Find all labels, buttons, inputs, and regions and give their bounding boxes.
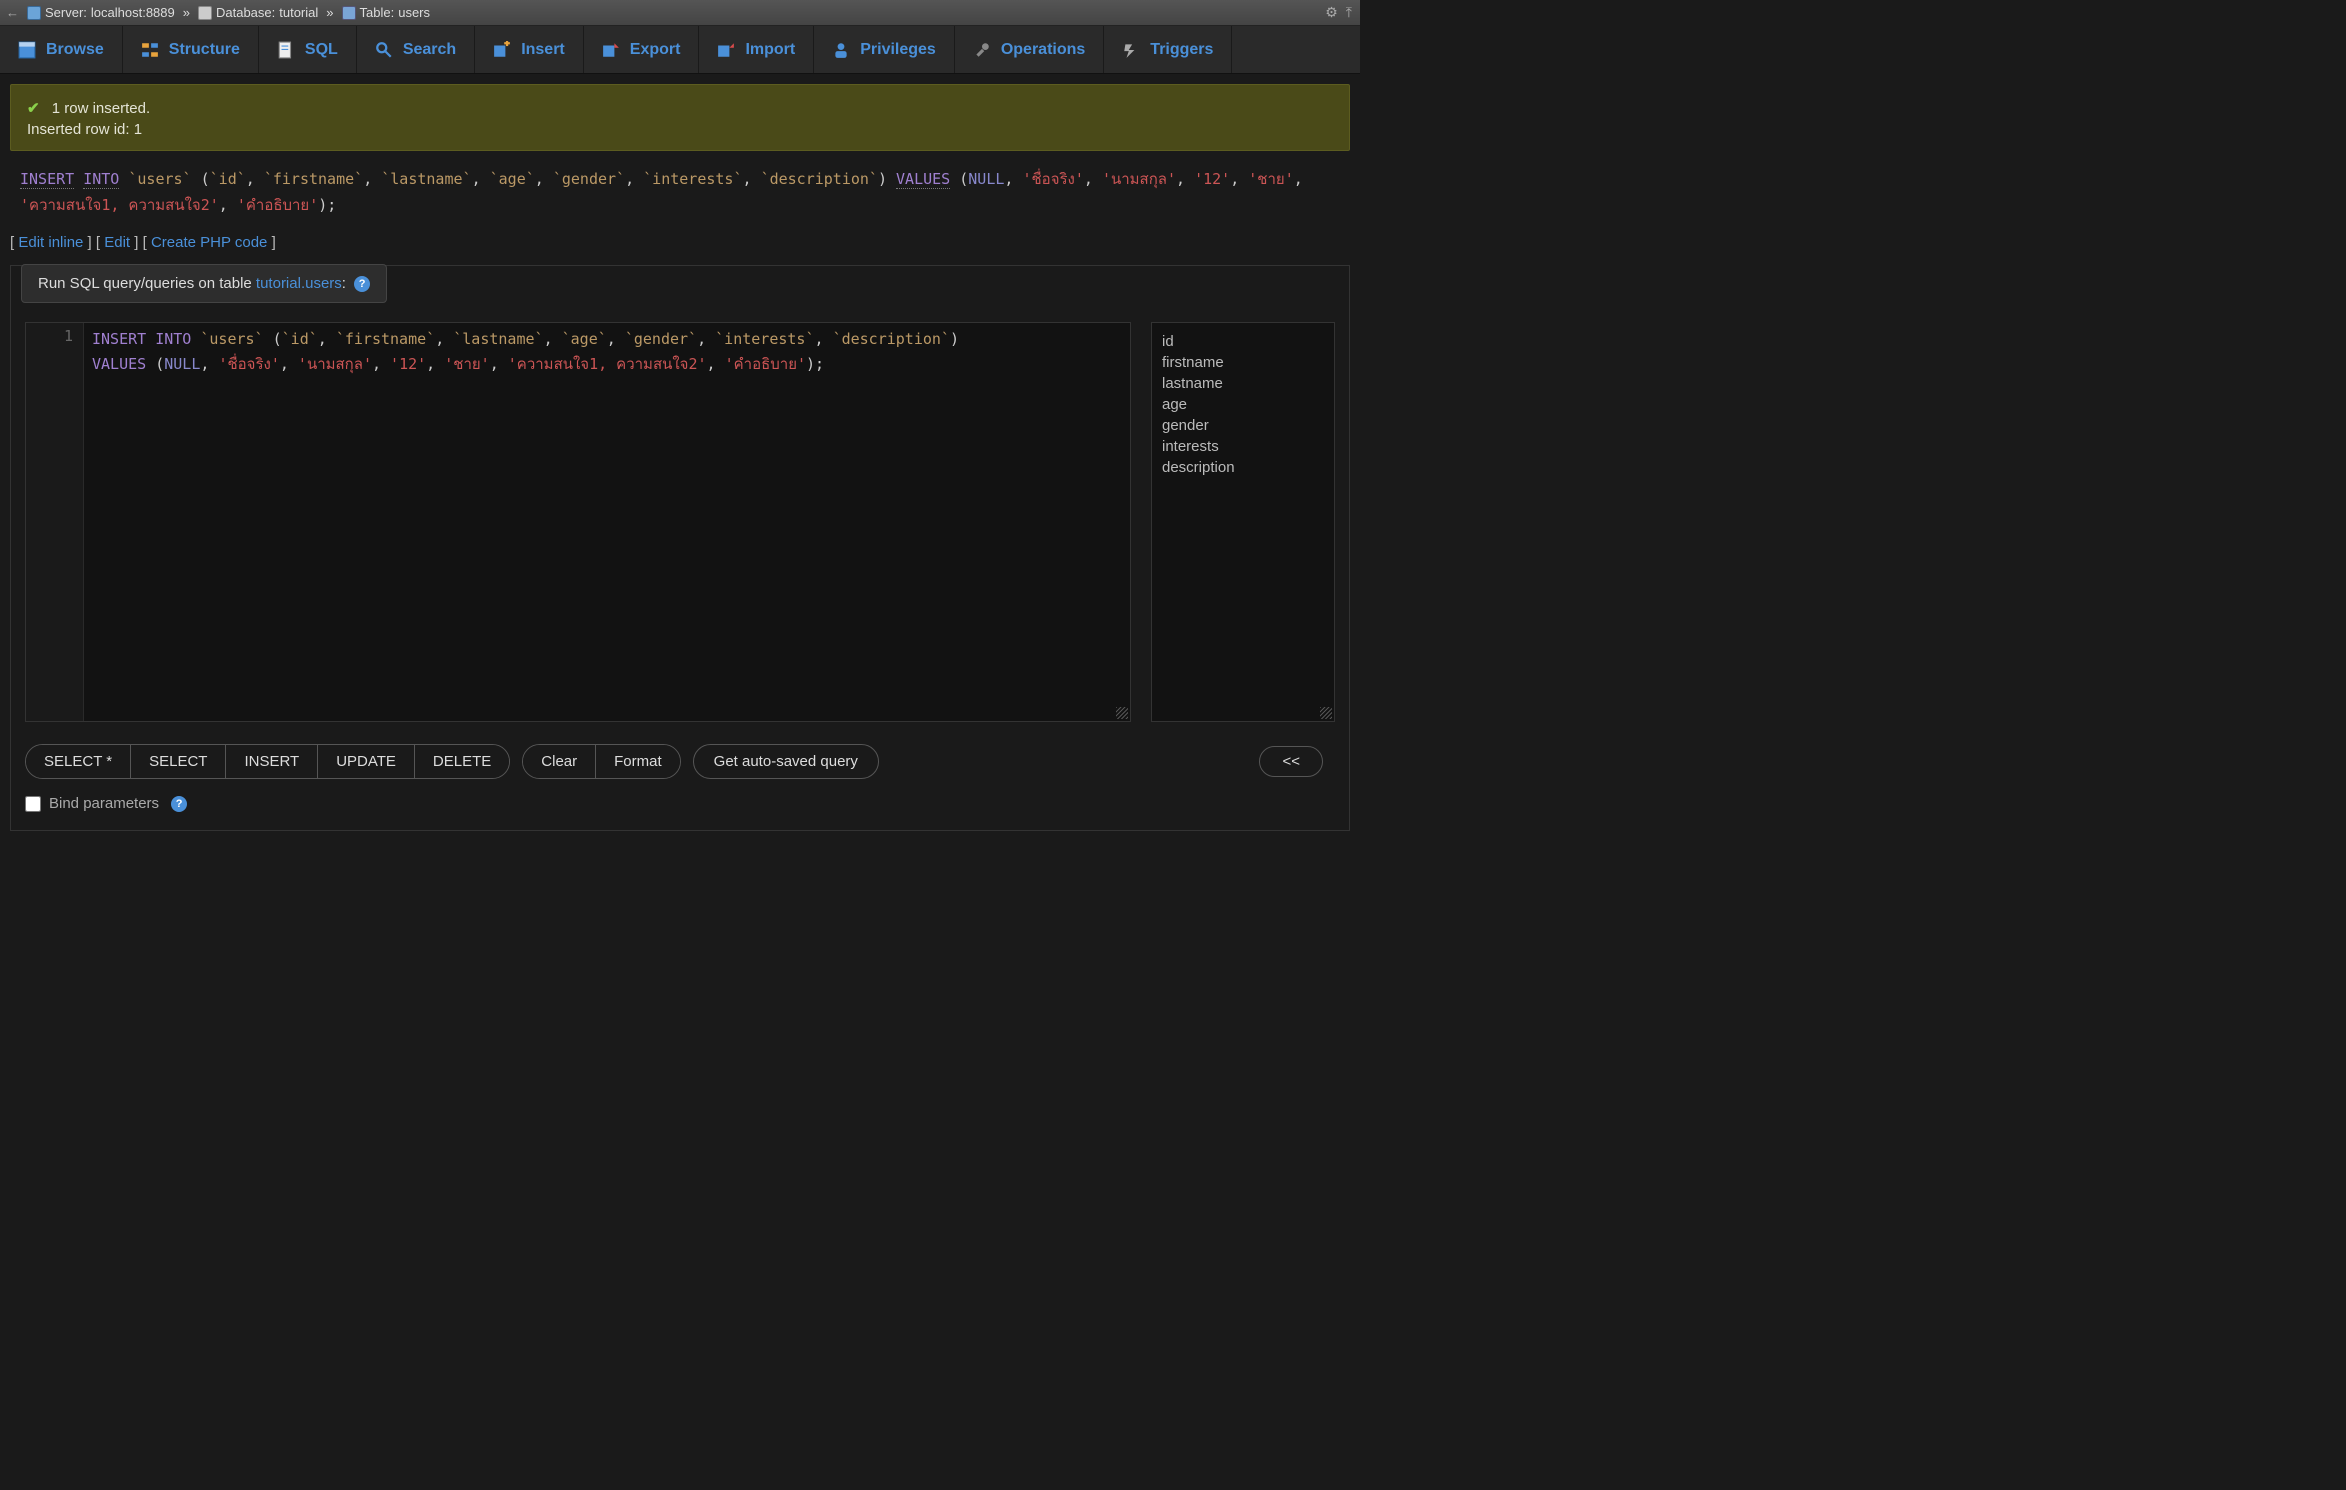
column-option[interactable]: description bbox=[1162, 457, 1324, 478]
tab-structure[interactable]: Structure bbox=[123, 26, 259, 73]
select-button[interactable]: SELECT bbox=[131, 745, 226, 778]
table-label: Table: bbox=[360, 5, 395, 20]
clear-button[interactable]: Clear bbox=[523, 745, 596, 778]
help-icon[interactable]: ? bbox=[354, 276, 370, 292]
breadcrumb-server[interactable]: Server: localhost:8889 bbox=[27, 5, 175, 20]
column-option[interactable]: firstname bbox=[1162, 352, 1324, 373]
sql-template-group: SELECT * SELECT INSERT UPDATE DELETE bbox=[25, 744, 510, 779]
breadcrumb-table[interactable]: Table: users bbox=[342, 5, 431, 20]
browse-icon bbox=[18, 41, 36, 59]
column-option[interactable]: gender bbox=[1162, 415, 1324, 436]
bind-parameters-label: Bind parameters bbox=[49, 795, 159, 812]
column-option[interactable]: interests bbox=[1162, 436, 1324, 457]
breadcrumb-sep: » bbox=[183, 5, 190, 20]
tab-triggers[interactable]: Triggers bbox=[1104, 26, 1232, 73]
database-icon bbox=[198, 6, 212, 20]
gear-icon[interactable]: ⚙ bbox=[1325, 4, 1338, 21]
import-icon bbox=[717, 41, 735, 59]
tab-export[interactable]: Export bbox=[584, 26, 700, 73]
tab-insert-label: Insert bbox=[521, 41, 565, 59]
query-header-suffix: : bbox=[342, 275, 346, 292]
database-value: tutorial bbox=[279, 5, 318, 20]
format-button[interactable]: Format bbox=[596, 745, 680, 778]
structure-icon bbox=[141, 41, 159, 59]
help-icon[interactable]: ? bbox=[171, 796, 187, 812]
select-star-button[interactable]: SELECT * bbox=[26, 745, 131, 778]
main-tabs: Browse Structure SQL Search Insert Expor… bbox=[0, 26, 1360, 74]
breadcrumb: ← Server: localhost:8889 » Database: tut… bbox=[0, 0, 1360, 26]
tab-operations-label: Operations bbox=[1001, 41, 1085, 59]
delete-button[interactable]: DELETE bbox=[415, 745, 509, 778]
success-notice: ✔ 1 row inserted. Inserted row id: 1 bbox=[10, 84, 1350, 151]
column-option[interactable]: lastname bbox=[1162, 373, 1324, 394]
table-icon bbox=[342, 6, 356, 20]
notice-text-2: Inserted row id: 1 bbox=[27, 121, 1333, 138]
check-icon: ✔ bbox=[27, 100, 40, 117]
tab-import[interactable]: Import bbox=[699, 26, 814, 73]
tab-triggers-label: Triggers bbox=[1150, 41, 1213, 59]
server-value: localhost:8889 bbox=[91, 5, 175, 20]
update-button[interactable]: UPDATE bbox=[318, 745, 415, 778]
tab-operations[interactable]: Operations bbox=[955, 26, 1104, 73]
column-option[interactable]: id bbox=[1162, 331, 1324, 352]
breadcrumb-database[interactable]: Database: tutorial bbox=[198, 5, 318, 20]
tab-insert[interactable]: Insert bbox=[475, 26, 584, 73]
sql-icon bbox=[277, 41, 295, 59]
column-option[interactable]: age bbox=[1162, 394, 1324, 415]
columns-list[interactable]: idfirstnamelastnameagegenderinterestsdes… bbox=[1151, 322, 1335, 722]
triggers-icon bbox=[1122, 41, 1140, 59]
resize-handle-icon[interactable] bbox=[1116, 707, 1128, 719]
tab-structure-label: Structure bbox=[169, 41, 240, 59]
tab-sql[interactable]: SQL bbox=[259, 26, 357, 73]
search-icon bbox=[375, 41, 393, 59]
resize-handle-icon[interactable] bbox=[1320, 707, 1332, 719]
sql-editor[interactable]: 1 INSERT INTO `users` (`id`, `firstname`… bbox=[25, 322, 1131, 722]
line-number: 1 bbox=[30, 327, 73, 345]
tab-search-label: Search bbox=[403, 41, 456, 59]
executed-sql: INSERT INTO `users` (`id`, `firstname`, … bbox=[10, 161, 1350, 224]
server-icon bbox=[27, 6, 41, 20]
query-panel: Run SQL query/queries on table tutorial.… bbox=[10, 265, 1350, 831]
tab-export-label: Export bbox=[630, 41, 681, 59]
query-header-prefix: Run SQL query/queries on table bbox=[38, 275, 256, 292]
insert-icon bbox=[493, 41, 511, 59]
columns-toggle-button[interactable]: << bbox=[1259, 746, 1323, 777]
database-label: Database: bbox=[216, 5, 275, 20]
sql-edit-group: Clear Format bbox=[522, 744, 680, 779]
sql-action-links: [ Edit inline ] [ Edit ] [ Create PHP co… bbox=[10, 234, 1350, 251]
insert-button[interactable]: INSERT bbox=[226, 745, 318, 778]
edit-link[interactable]: Edit bbox=[104, 234, 130, 251]
tab-browse-label: Browse bbox=[46, 41, 104, 59]
tab-privileges[interactable]: Privileges bbox=[814, 26, 955, 73]
table-value: users bbox=[398, 5, 430, 20]
notice-text: 1 row inserted. bbox=[52, 100, 150, 117]
server-label: Server: bbox=[45, 5, 87, 20]
editor-code-area[interactable]: INSERT INTO `users` (`id`, `firstname`, … bbox=[84, 323, 1130, 721]
query-header-target[interactable]: tutorial.users bbox=[256, 275, 342, 292]
tab-browse[interactable]: Browse bbox=[0, 26, 123, 73]
breadcrumb-sep: » bbox=[326, 5, 333, 20]
collapse-icon[interactable]: ⤒ bbox=[1346, 4, 1352, 21]
tab-privileges-label: Privileges bbox=[860, 41, 936, 59]
editor-gutter: 1 bbox=[26, 323, 84, 721]
tab-search[interactable]: Search bbox=[357, 26, 475, 73]
tab-import-label: Import bbox=[745, 41, 795, 59]
privileges-icon bbox=[832, 41, 850, 59]
tab-sql-label: SQL bbox=[305, 41, 338, 59]
edit-inline-link[interactable]: Edit inline bbox=[18, 234, 83, 251]
operations-icon bbox=[973, 41, 991, 59]
create-php-link[interactable]: Create PHP code bbox=[151, 234, 267, 251]
bind-parameters-checkbox[interactable] bbox=[25, 796, 41, 812]
back-arrow-icon[interactable]: ← bbox=[6, 5, 19, 20]
query-panel-header: Run SQL query/queries on table tutorial.… bbox=[21, 264, 387, 303]
export-icon bbox=[602, 41, 620, 59]
autosaved-button[interactable]: Get auto-saved query bbox=[693, 744, 879, 779]
